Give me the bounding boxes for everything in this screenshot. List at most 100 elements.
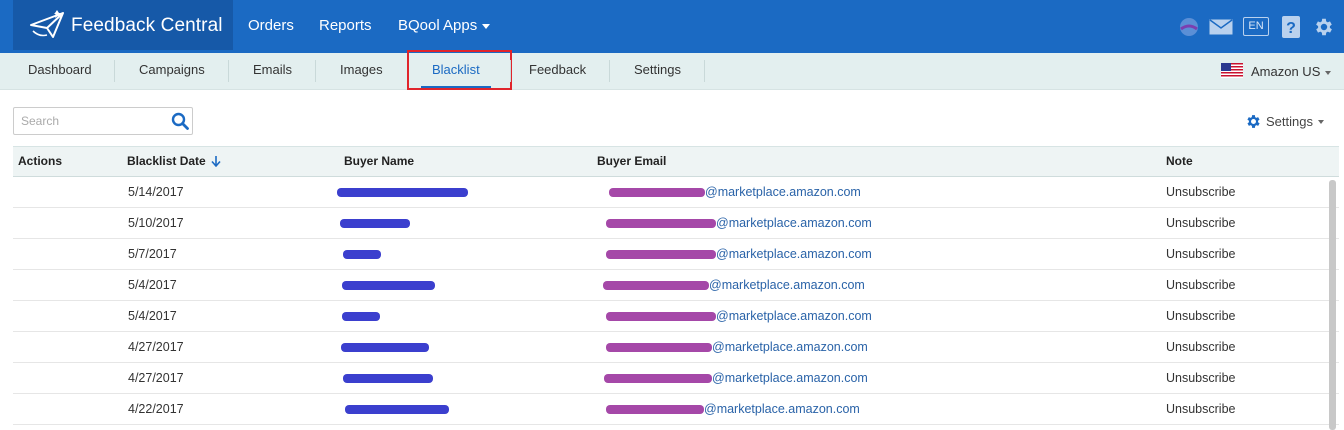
cell-date: 5/4/2017 (128, 309, 177, 323)
cell-date: 5/4/2017 (128, 278, 177, 292)
cell-note: Unsubscribe (1166, 402, 1236, 416)
chevron-down-icon (1325, 70, 1332, 75)
redacted-email (604, 374, 712, 383)
cell-buyer-email[interactable]: @marketplace.amazon.com (609, 185, 861, 199)
email-domain: @marketplace.amazon.com (712, 371, 868, 385)
table-row: 5/10/2017 @marketplace.amazon.com Unsubs… (13, 208, 1339, 239)
table-row: 4/22/2017 @marketplace.amazon.com Unsubs… (13, 394, 1339, 425)
column-actions: Actions (18, 154, 63, 168)
cell-buyer-email[interactable]: @marketplace.amazon.com (606, 340, 868, 354)
tab-campaigns[interactable]: Campaigns (139, 62, 205, 77)
cell-note: Unsubscribe (1166, 247, 1236, 261)
nav-orders[interactable]: Orders (248, 17, 294, 34)
column-blacklist-date-label: Blacklist Date (127, 154, 206, 168)
chevron-down-icon (1317, 119, 1324, 124)
redacted-email (606, 405, 704, 414)
cell-buyer-name (337, 185, 468, 199)
cell-buyer-email[interactable]: @marketplace.amazon.com (606, 309, 872, 323)
cell-date: 4/27/2017 (128, 340, 184, 354)
notifications-icon[interactable] (1178, 17, 1200, 37)
email-domain: @marketplace.amazon.com (704, 402, 860, 416)
cell-note: Unsubscribe (1166, 340, 1236, 354)
cell-buyer-email[interactable]: @marketplace.amazon.com (604, 371, 868, 385)
marketplace-selector[interactable]: Amazon US (1251, 64, 1332, 79)
redacted-name (343, 374, 433, 383)
cell-date: 4/27/2017 (128, 371, 184, 385)
svg-text:?: ? (1286, 20, 1296, 37)
tab-divider (315, 60, 316, 82)
tab-emails[interactable]: Emails (253, 62, 292, 77)
cell-buyer-name (343, 247, 381, 261)
email-domain: @marketplace.amazon.com (716, 309, 872, 323)
tab-images[interactable]: Images (340, 62, 383, 77)
column-buyer-name[interactable]: Buyer Name (344, 154, 414, 168)
table-row: 5/4/2017 @marketplace.amazon.com Unsubsc… (13, 301, 1339, 332)
sub-navigation: Dashboard Campaigns Emails Images Blackl… (0, 50, 1344, 90)
search-box (13, 107, 193, 135)
blacklist-table-body: 5/14/2017 @marketplace.amazon.com Unsubs… (13, 177, 1339, 425)
cell-buyer-email[interactable]: @marketplace.amazon.com (606, 247, 872, 261)
cell-date: 5/7/2017 (128, 247, 177, 261)
settings-label: Settings (1266, 114, 1313, 129)
email-domain: @marketplace.amazon.com (712, 340, 868, 354)
cell-date: 5/14/2017 (128, 185, 184, 199)
gear-icon (1247, 115, 1260, 128)
redacted-email (606, 219, 716, 228)
cell-buyer-name (341, 340, 429, 354)
table-row: 4/27/2017 @marketplace.amazon.com Unsubs… (13, 332, 1339, 363)
redacted-name (340, 219, 410, 228)
nav-bqool-apps[interactable]: BQool Apps (398, 17, 491, 34)
redacted-name (345, 405, 449, 414)
cell-buyer-name (342, 309, 380, 323)
tab-settings[interactable]: Settings (634, 62, 681, 77)
tab-feedback[interactable]: Feedback (529, 62, 586, 77)
help-icon[interactable]: ? (1282, 16, 1300, 38)
gear-icon[interactable] (1313, 16, 1335, 38)
column-buyer-email[interactable]: Buyer Email (597, 154, 666, 168)
redacted-email (606, 250, 716, 259)
brand[interactable]: Feedback Central (13, 0, 233, 50)
nav-bqool-apps-label: BQool Apps (398, 17, 478, 34)
tab-divider (510, 60, 511, 82)
tab-dashboard[interactable]: Dashboard (28, 62, 92, 77)
cell-buyer-email[interactable]: @marketplace.amazon.com (603, 278, 865, 292)
nav-reports[interactable]: Reports (319, 17, 372, 34)
cell-buyer-email[interactable]: @marketplace.amazon.com (606, 402, 860, 416)
cell-buyer-name (343, 402, 449, 416)
settings-dropdown[interactable]: Settings (1245, 113, 1324, 130)
cell-buyer-email[interactable]: @marketplace.amazon.com (606, 216, 872, 230)
cell-date: 4/22/2017 (128, 402, 184, 416)
search-input[interactable] (14, 108, 164, 134)
redacted-name (337, 188, 468, 197)
cell-note: Unsubscribe (1166, 309, 1236, 323)
email-domain: @marketplace.amazon.com (709, 278, 865, 292)
email-domain: @marketplace.amazon.com (716, 216, 872, 230)
blacklist-highlight-box (407, 50, 512, 90)
tab-divider (114, 60, 115, 82)
cell-buyer-name (342, 278, 435, 292)
column-blacklist-date[interactable]: Blacklist Date (127, 154, 221, 168)
cell-note: Unsubscribe (1166, 185, 1236, 199)
mail-icon[interactable] (1209, 19, 1233, 35)
table-row: 5/14/2017 @marketplace.amazon.com Unsubs… (13, 177, 1339, 208)
cell-buyer-name (340, 216, 410, 230)
table-scrollbar[interactable] (1329, 180, 1336, 430)
table-row: 5/4/2017 @marketplace.amazon.com Unsubsc… (13, 270, 1339, 301)
tab-divider (228, 60, 229, 82)
tab-divider (609, 60, 610, 82)
app-title: Feedback Central (71, 15, 223, 36)
search-icon[interactable] (171, 112, 189, 130)
cell-note: Unsubscribe (1166, 216, 1236, 230)
table-row: 5/7/2017 @marketplace.amazon.com Unsubsc… (13, 239, 1339, 270)
cell-buyer-name (343, 371, 433, 385)
email-domain: @marketplace.amazon.com (716, 247, 872, 261)
column-note[interactable]: Note (1166, 154, 1193, 168)
redacted-name (342, 281, 435, 290)
language-icon[interactable]: EN (1243, 17, 1269, 36)
cell-note: Unsubscribe (1166, 371, 1236, 385)
redacted-name (341, 343, 429, 352)
cell-note: Unsubscribe (1166, 278, 1236, 292)
sort-down-arrow-icon (211, 156, 221, 167)
redacted-name (342, 312, 380, 321)
redacted-email (609, 188, 705, 197)
